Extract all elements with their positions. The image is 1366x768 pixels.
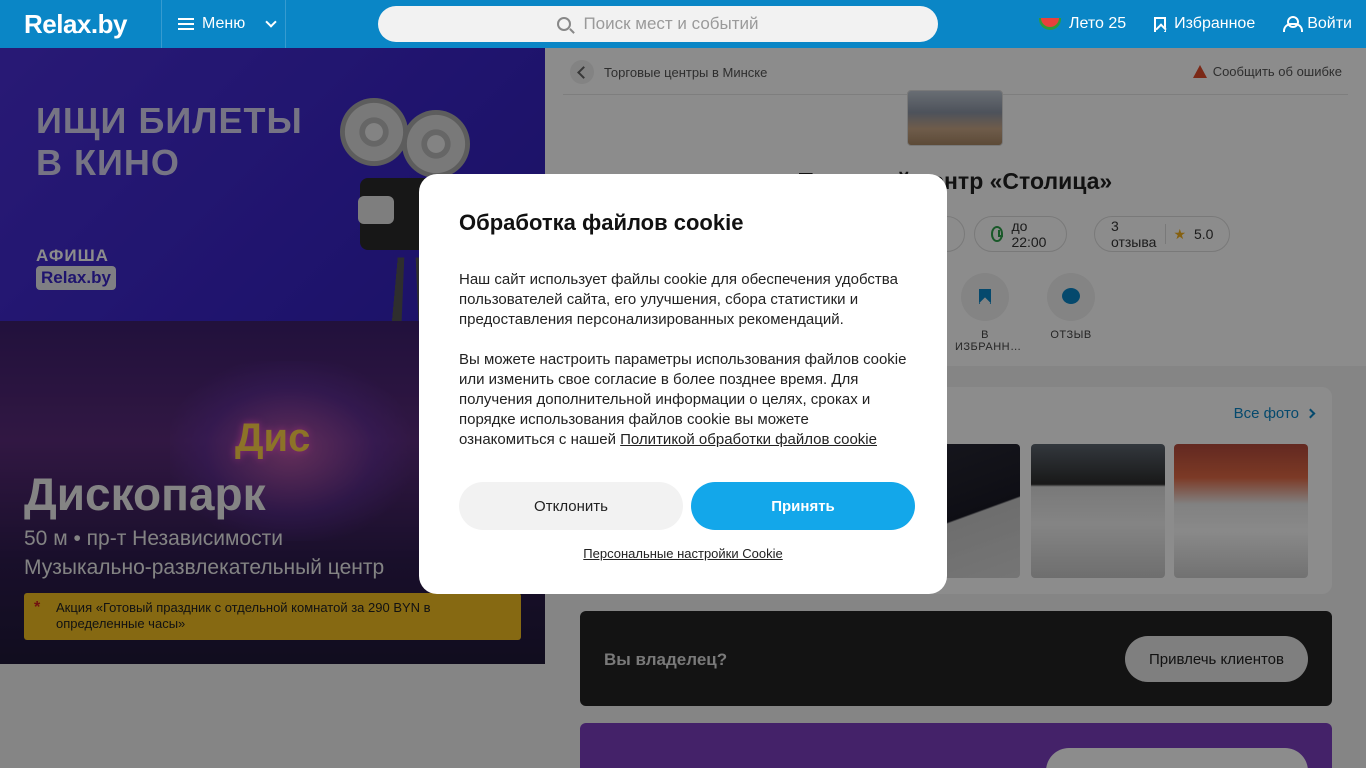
chevron-down-icon [265,16,277,28]
login-label: Войти [1307,15,1352,32]
accept-button[interactable]: Принять [691,482,915,530]
cookie-paragraph-1: Наш сайт использует файлы cookie для обе… [459,271,898,328]
top-header: Relax.by Меню Поиск мест и событий Лето … [0,0,1366,48]
cookie-dialog-body: Наш сайт использует файлы cookie для обе… [459,270,907,450]
cookie-settings-link[interactable]: Персональные настройки Cookie [419,546,947,561]
site-logo[interactable]: Relax.by [0,0,162,48]
favorites-link[interactable]: Избранное [1140,15,1269,33]
cookie-policy-link[interactable]: Политикой обработки файлов cookie [620,431,877,448]
hamburger-icon [178,18,194,30]
bookmark-icon [1154,16,1167,32]
cookie-paragraph-2: Вы можете настроить параметры использова… [459,350,907,450]
summer-label: Лето 25 [1068,15,1127,32]
favorites-label: Избранное [1174,15,1256,32]
cookie-dialog-title: Обработка файлов cookie [459,210,744,235]
watermelon-icon [1038,18,1061,30]
header-actions: Лето 25 Избранное Войти [1025,0,1366,48]
summer-link[interactable]: Лето 25 [1025,15,1140,33]
login-link[interactable]: Войти [1269,15,1366,33]
menu-label: Меню [202,15,246,32]
logo-text: Relax.by [24,8,127,39]
user-icon [1283,16,1304,32]
search-icon [557,17,572,31]
decline-button[interactable]: Отклонить [459,482,683,530]
cookie-buttons: Отклонить Принять [459,482,915,530]
search-input[interactable]: Поиск мест и событий [378,6,938,42]
search-placeholder: Поиск мест и событий [583,14,759,33]
menu-button[interactable]: Меню [162,0,286,48]
cookie-dialog: Обработка файлов cookie Наш сайт использ… [419,174,947,594]
